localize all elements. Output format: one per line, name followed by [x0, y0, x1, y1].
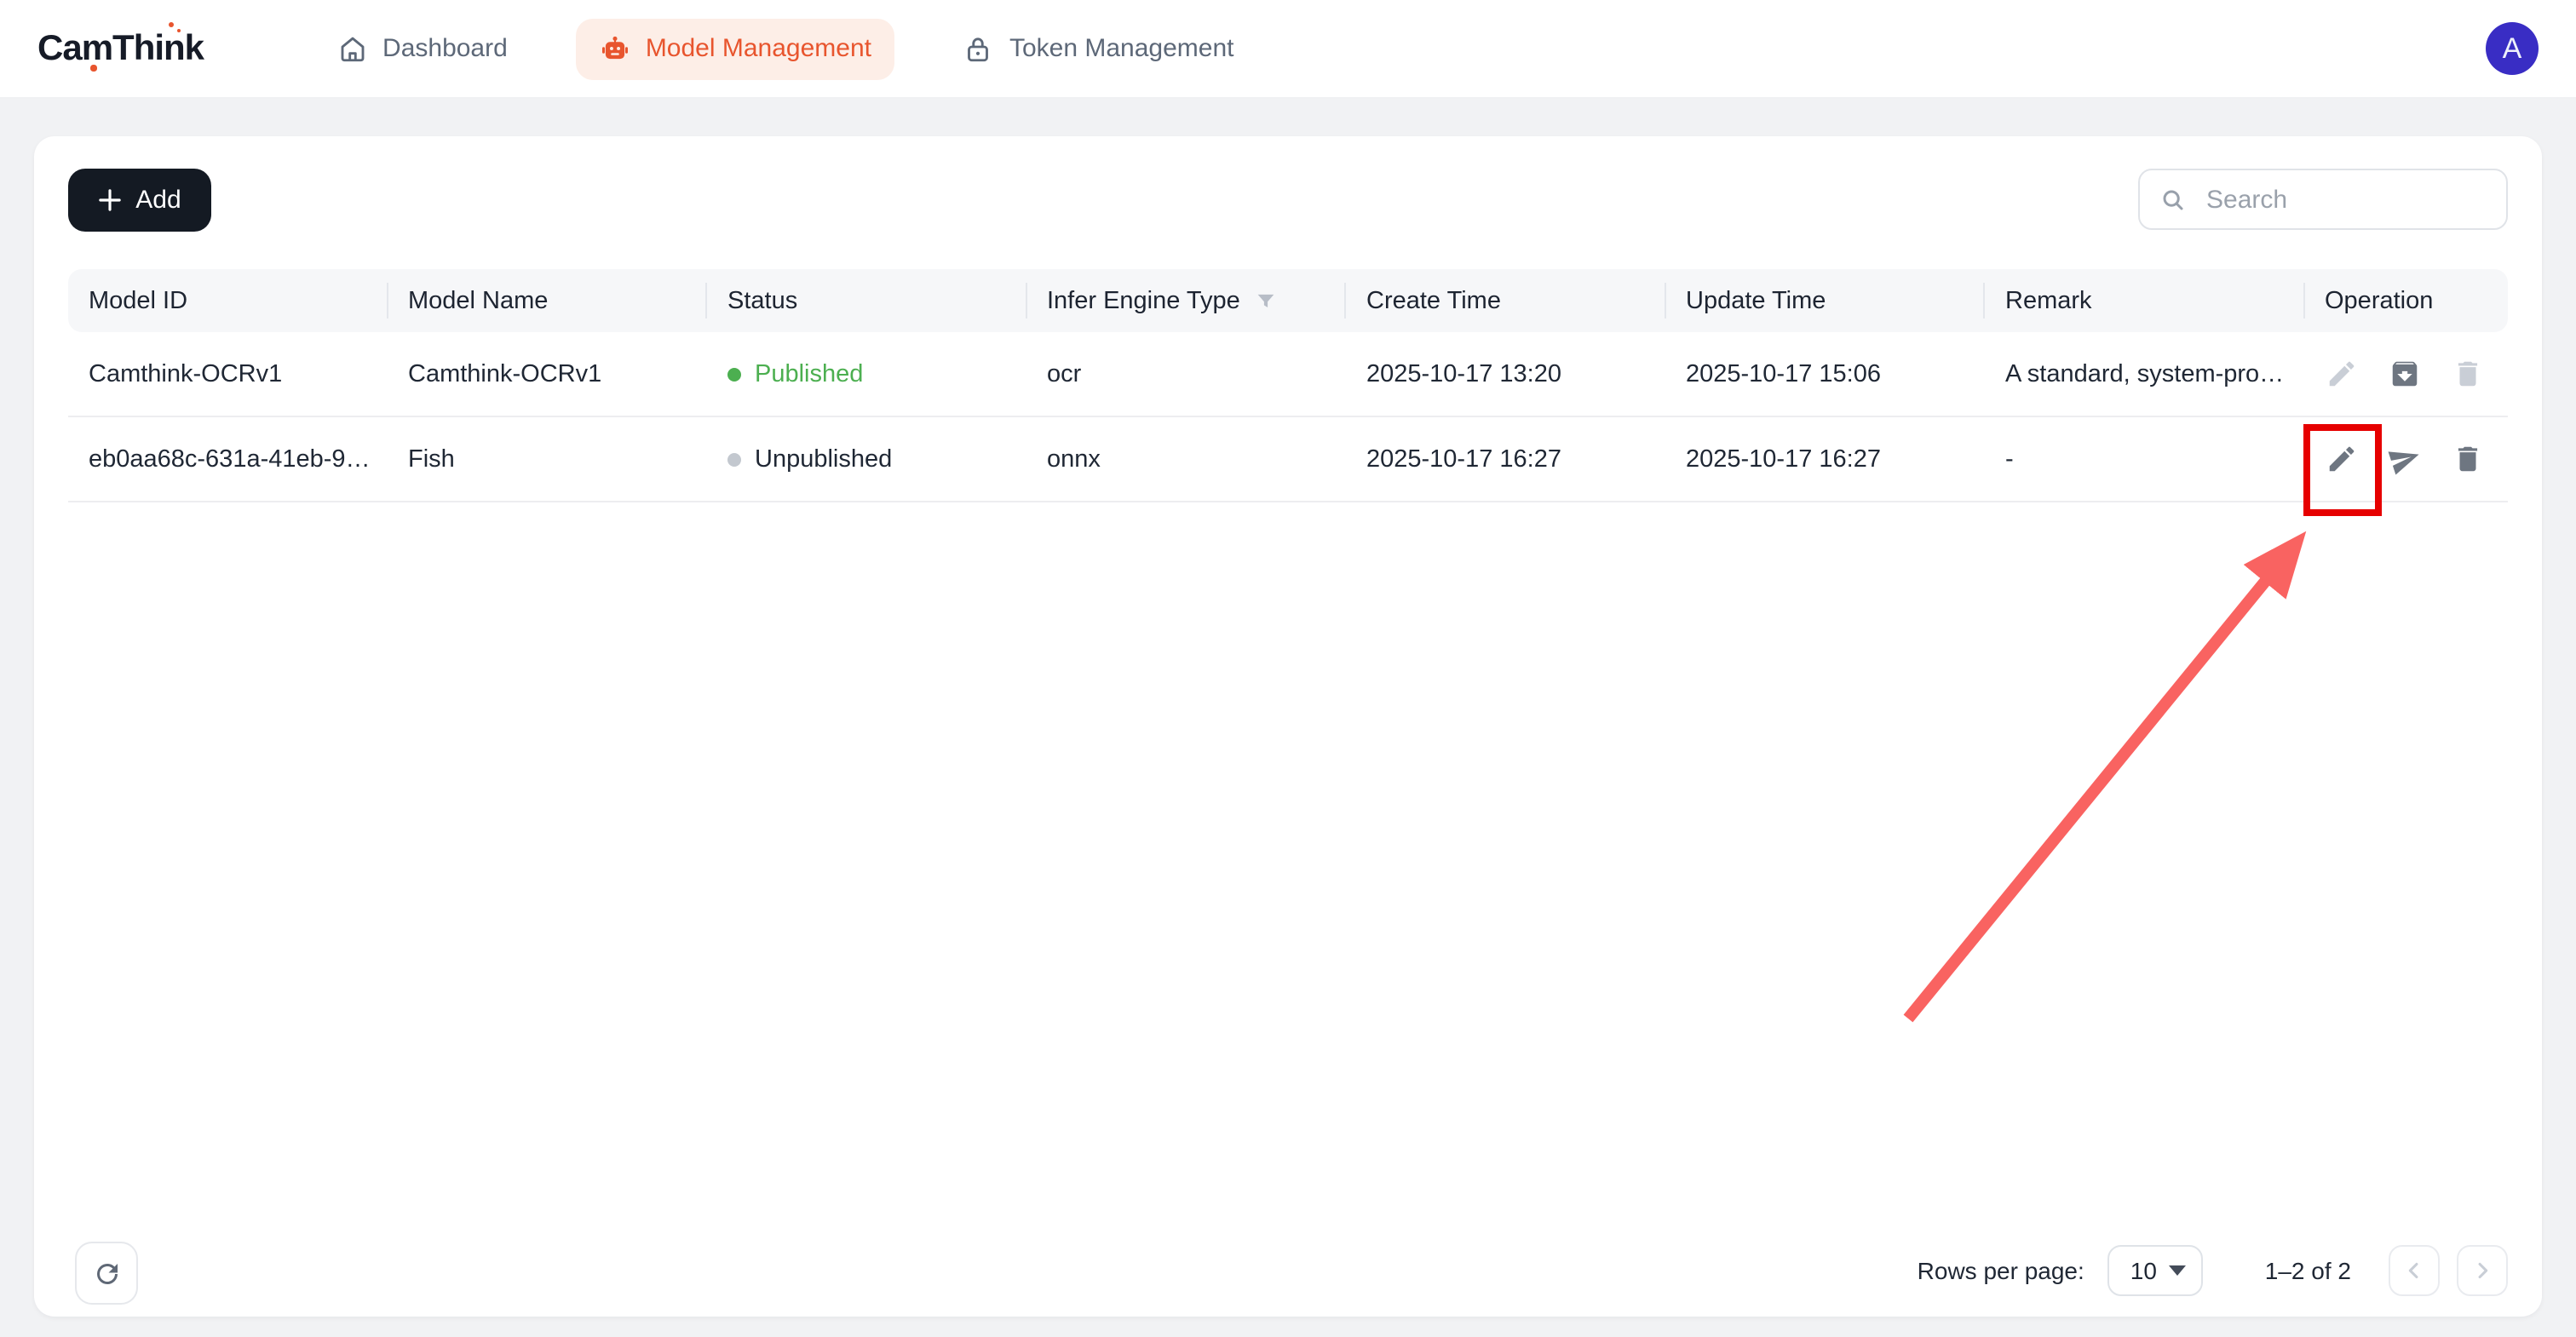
publish-button[interactable] — [2388, 443, 2420, 475]
cell-model-id: Camthink-OCRv1 — [68, 360, 388, 387]
column-header-create-time: Create Time — [1346, 269, 1665, 332]
cell-create-time: 2025-10-17 13:20 — [1346, 360, 1665, 387]
edit-pencil-icon — [2325, 443, 2357, 475]
tab-dashboard[interactable]: Dashboard — [313, 18, 532, 79]
cell-create-time: 2025-10-17 16:27 — [1346, 445, 1665, 473]
home-icon — [336, 33, 367, 64]
trash-icon — [2451, 443, 2483, 475]
add-button[interactable]: Add — [68, 169, 211, 232]
refresh-icon — [91, 1258, 122, 1288]
chevron-right-icon — [2470, 1259, 2494, 1282]
unpublish-button[interactable] — [2388, 358, 2420, 390]
tab-model-management[interactable]: Model Management — [576, 18, 895, 79]
lock-icon — [963, 33, 994, 64]
cell-update-time: 2025-10-17 15:06 — [1665, 360, 1985, 387]
cell-model-name: Camthink-OCRv1 — [388, 360, 707, 387]
cell-operation — [2304, 358, 2508, 390]
camthink-logo: CamThink — [37, 28, 204, 69]
status-label: Published — [755, 360, 863, 387]
pagination-bar: Rows per page: 10 1–2 of 2 — [1918, 1237, 2508, 1305]
next-page-button[interactable] — [2457, 1245, 2508, 1296]
cell-update-time: 2025-10-17 16:27 — [1665, 445, 1985, 473]
refresh-button[interactable] — [75, 1242, 138, 1305]
search-icon — [2160, 186, 2186, 212]
tab-label: Dashboard — [382, 34, 508, 63]
column-header-model-name: Model Name — [388, 269, 707, 332]
delete-button[interactable] — [2451, 443, 2483, 475]
delete-button — [2451, 358, 2483, 390]
previous-page-button[interactable] — [2389, 1245, 2440, 1296]
archive-icon — [2388, 358, 2420, 390]
cell-operation — [2304, 443, 2508, 475]
rows-per-page-value: 10 — [2130, 1257, 2157, 1284]
avatar-initial: A — [2503, 32, 2522, 66]
cell-remark: A standard, system-pro… — [1985, 360, 2304, 387]
app-root: CamThink Dashboard — [0, 0, 2576, 1337]
chevron-left-icon — [2402, 1259, 2426, 1282]
rows-per-page-label: Rows per page: — [1918, 1257, 2084, 1284]
tab-label: Model Management — [646, 34, 871, 63]
cell-status: Published — [707, 360, 1026, 387]
edit-pencil-icon — [2325, 358, 2357, 390]
edit-button — [2325, 358, 2357, 390]
status-dot — [727, 367, 741, 381]
pagination-range: 1–2 of 2 — [2265, 1257, 2351, 1284]
table-header-row: Model ID Model Name Status Infer Engine … — [68, 269, 2508, 332]
table-row: Camthink-OCRv1 Camthink-OCRv1 Published … — [68, 332, 2508, 417]
logo-text: CamThink — [37, 28, 204, 67]
search-input[interactable] — [2203, 183, 2486, 215]
model-list-card: Add Model ID Model Name Status Infer Eng… — [34, 136, 2542, 1317]
column-header-operation: Operation — [2304, 269, 2508, 332]
cell-remark: - — [1985, 445, 2304, 473]
funnel-filter-icon[interactable] — [1254, 289, 1278, 313]
logo-accent-dot — [90, 65, 96, 71]
column-header-model-id: Model ID — [68, 269, 388, 332]
column-header-update-time: Update Time — [1665, 269, 1985, 332]
search-box — [2138, 169, 2508, 230]
tab-token-management[interactable]: Token Management — [940, 18, 1258, 79]
chevron-down-icon — [2170, 1265, 2187, 1276]
cell-model-name: Fish — [388, 445, 707, 473]
column-header-infer-engine-type: Infer Engine Type — [1026, 269, 1346, 332]
send-icon — [2383, 443, 2424, 475]
cell-status: Unpublished — [707, 445, 1026, 473]
status-dot — [727, 452, 741, 466]
logo-accent-dot — [169, 21, 174, 26]
nav-tabs: Dashboard Model Management — [313, 18, 1257, 79]
status-label: Unpublished — [755, 445, 892, 473]
plus-icon — [98, 189, 120, 211]
add-button-label: Add — [135, 186, 181, 215]
rows-per-page-select[interactable]: 10 — [2108, 1245, 2204, 1296]
robot-icon — [600, 33, 630, 64]
top-navbar: CamThink Dashboard — [0, 0, 2576, 99]
cell-infer-engine-type: onnx — [1026, 445, 1346, 473]
column-header-status: Status — [707, 269, 1026, 332]
column-header-remark: Remark — [1985, 269, 2304, 332]
cell-model-id: eb0aa68c-631a-41eb-9… — [68, 445, 388, 473]
trash-icon — [2451, 358, 2483, 390]
table-row: eb0aa68c-631a-41eb-9… Fish Unpublished o… — [68, 417, 2508, 502]
models-table: Model ID Model Name Status Infer Engine … — [68, 269, 2508, 502]
user-avatar[interactable]: A — [2486, 22, 2539, 75]
edit-button[interactable] — [2325, 443, 2357, 475]
tab-label: Token Management — [1009, 34, 1234, 63]
cell-infer-engine-type: ocr — [1026, 360, 1346, 387]
